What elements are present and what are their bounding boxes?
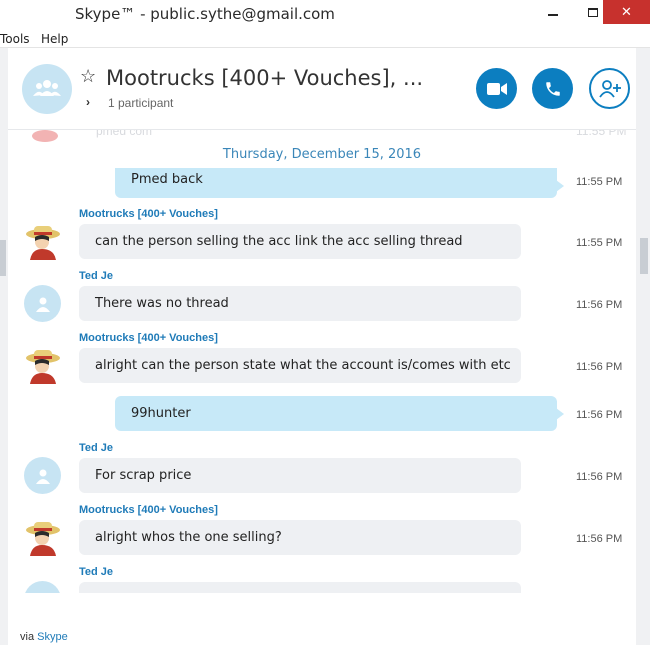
sender-name[interactable]: Mootrucks [400+ Vouches] bbox=[79, 208, 218, 220]
incoming-message[interactable] bbox=[79, 582, 521, 593]
group-avatar[interactable] bbox=[22, 64, 72, 114]
message-time: 11:55 PM bbox=[576, 237, 623, 249]
default-user-avatar[interactable] bbox=[24, 581, 61, 593]
participant-count[interactable]: 1 participant bbox=[108, 96, 173, 110]
skype-link[interactable]: Skype bbox=[37, 631, 68, 643]
add-participant-button[interactable] bbox=[589, 68, 630, 109]
pirate-avatar[interactable] bbox=[24, 346, 62, 384]
message-time: 11:56 PM bbox=[576, 299, 623, 311]
pirate-avatar-icon bbox=[26, 226, 60, 260]
user-icon bbox=[35, 469, 50, 484]
message-text: For scrap price bbox=[95, 468, 192, 483]
add-person-icon bbox=[598, 79, 621, 98]
message-text: alright can the person state what the ac… bbox=[95, 358, 511, 373]
incoming-message[interactable]: alright can the person state what the ac… bbox=[79, 348, 521, 383]
message-text: alright whos the one selling? bbox=[95, 530, 282, 545]
incoming-message[interactable]: There was no thread bbox=[79, 286, 521, 321]
video-call-button[interactable] bbox=[476, 68, 517, 109]
menu-bar: Tools Help bbox=[0, 30, 650, 48]
close-icon: ✕ bbox=[621, 4, 632, 20]
window-titlebar: Skype™ - public.sythe@gmail.com ✕ bbox=[0, 0, 650, 30]
message-time: 11:55 PM bbox=[576, 176, 623, 188]
message-time: 11:56 PM bbox=[576, 533, 623, 545]
incoming-message[interactable]: alright whos the one selling? bbox=[79, 520, 521, 555]
pirate-avatar-icon bbox=[26, 350, 60, 384]
pirate-avatar[interactable] bbox=[24, 518, 62, 556]
panel-splitter[interactable] bbox=[0, 240, 6, 276]
menu-item-help[interactable]: Help bbox=[41, 32, 68, 46]
sender-name[interactable]: Ted Je bbox=[79, 270, 113, 282]
pirate-avatar-icon bbox=[26, 522, 60, 556]
previous-message-time: 11:55 PM bbox=[576, 130, 627, 138]
message-time: 11:56 PM bbox=[576, 361, 623, 373]
phone-icon bbox=[545, 81, 560, 96]
outgoing-message[interactable]: Pmed back bbox=[115, 168, 564, 198]
scrollbar-track[interactable] bbox=[636, 48, 650, 645]
chevron-right-icon[interactable]: › bbox=[86, 95, 90, 109]
via-skype-label: via Skype bbox=[20, 631, 68, 643]
message-text: 99hunter bbox=[131, 406, 191, 421]
star-icon[interactable]: ☆ bbox=[80, 66, 96, 87]
video-camera-icon bbox=[486, 82, 507, 95]
message-text: can the person selling the acc link the … bbox=[95, 234, 463, 249]
outgoing-message[interactable]: 99hunter bbox=[115, 396, 564, 431]
close-button[interactable]: ✕ bbox=[603, 0, 650, 24]
message-list[interactable]: pmed com 11:55 PM Thursday, December 15,… bbox=[8, 130, 636, 593]
window-frame-left bbox=[0, 48, 8, 645]
sender-name[interactable]: Ted Je bbox=[79, 442, 113, 454]
menu-item-tools[interactable]: Tools bbox=[0, 32, 30, 46]
incoming-message[interactable]: For scrap price bbox=[79, 458, 521, 493]
sender-name[interactable]: Mootrucks [400+ Vouches] bbox=[79, 332, 218, 344]
window-title: Skype™ - public.sythe@gmail.com bbox=[75, 5, 335, 23]
message-text: Pmed back bbox=[131, 172, 203, 187]
minimize-icon bbox=[548, 14, 558, 16]
group-icon bbox=[33, 80, 61, 96]
sender-name[interactable]: Mootrucks [400+ Vouches] bbox=[79, 504, 218, 516]
message-text: There was no thread bbox=[95, 296, 229, 311]
maximize-icon bbox=[588, 7, 598, 17]
sender-name[interactable]: Ted Je bbox=[79, 566, 113, 578]
scrollbar-thumb[interactable] bbox=[640, 238, 648, 274]
message-time: 11:56 PM bbox=[576, 471, 623, 483]
date-separator: Thursday, December 15, 2016 bbox=[222, 147, 422, 162]
default-user-avatar[interactable] bbox=[24, 457, 61, 494]
audio-call-button[interactable] bbox=[532, 68, 573, 109]
user-icon bbox=[35, 297, 50, 312]
conversation-title[interactable]: Mootrucks [400+ Vouches], ... bbox=[106, 66, 423, 90]
footer: via Skype bbox=[8, 593, 636, 645]
pirate-avatar[interactable] bbox=[24, 222, 62, 260]
incoming-message[interactable]: can the person selling the acc link the … bbox=[79, 224, 521, 259]
via-prefix: via bbox=[20, 631, 35, 643]
default-user-avatar[interactable] bbox=[24, 285, 61, 322]
message-time: 11:56 PM bbox=[576, 409, 623, 421]
conversation-header: ☆ Mootrucks [400+ Vouches], ... › 1 part… bbox=[8, 48, 636, 130]
previous-message-text: pmed com bbox=[96, 130, 153, 138]
